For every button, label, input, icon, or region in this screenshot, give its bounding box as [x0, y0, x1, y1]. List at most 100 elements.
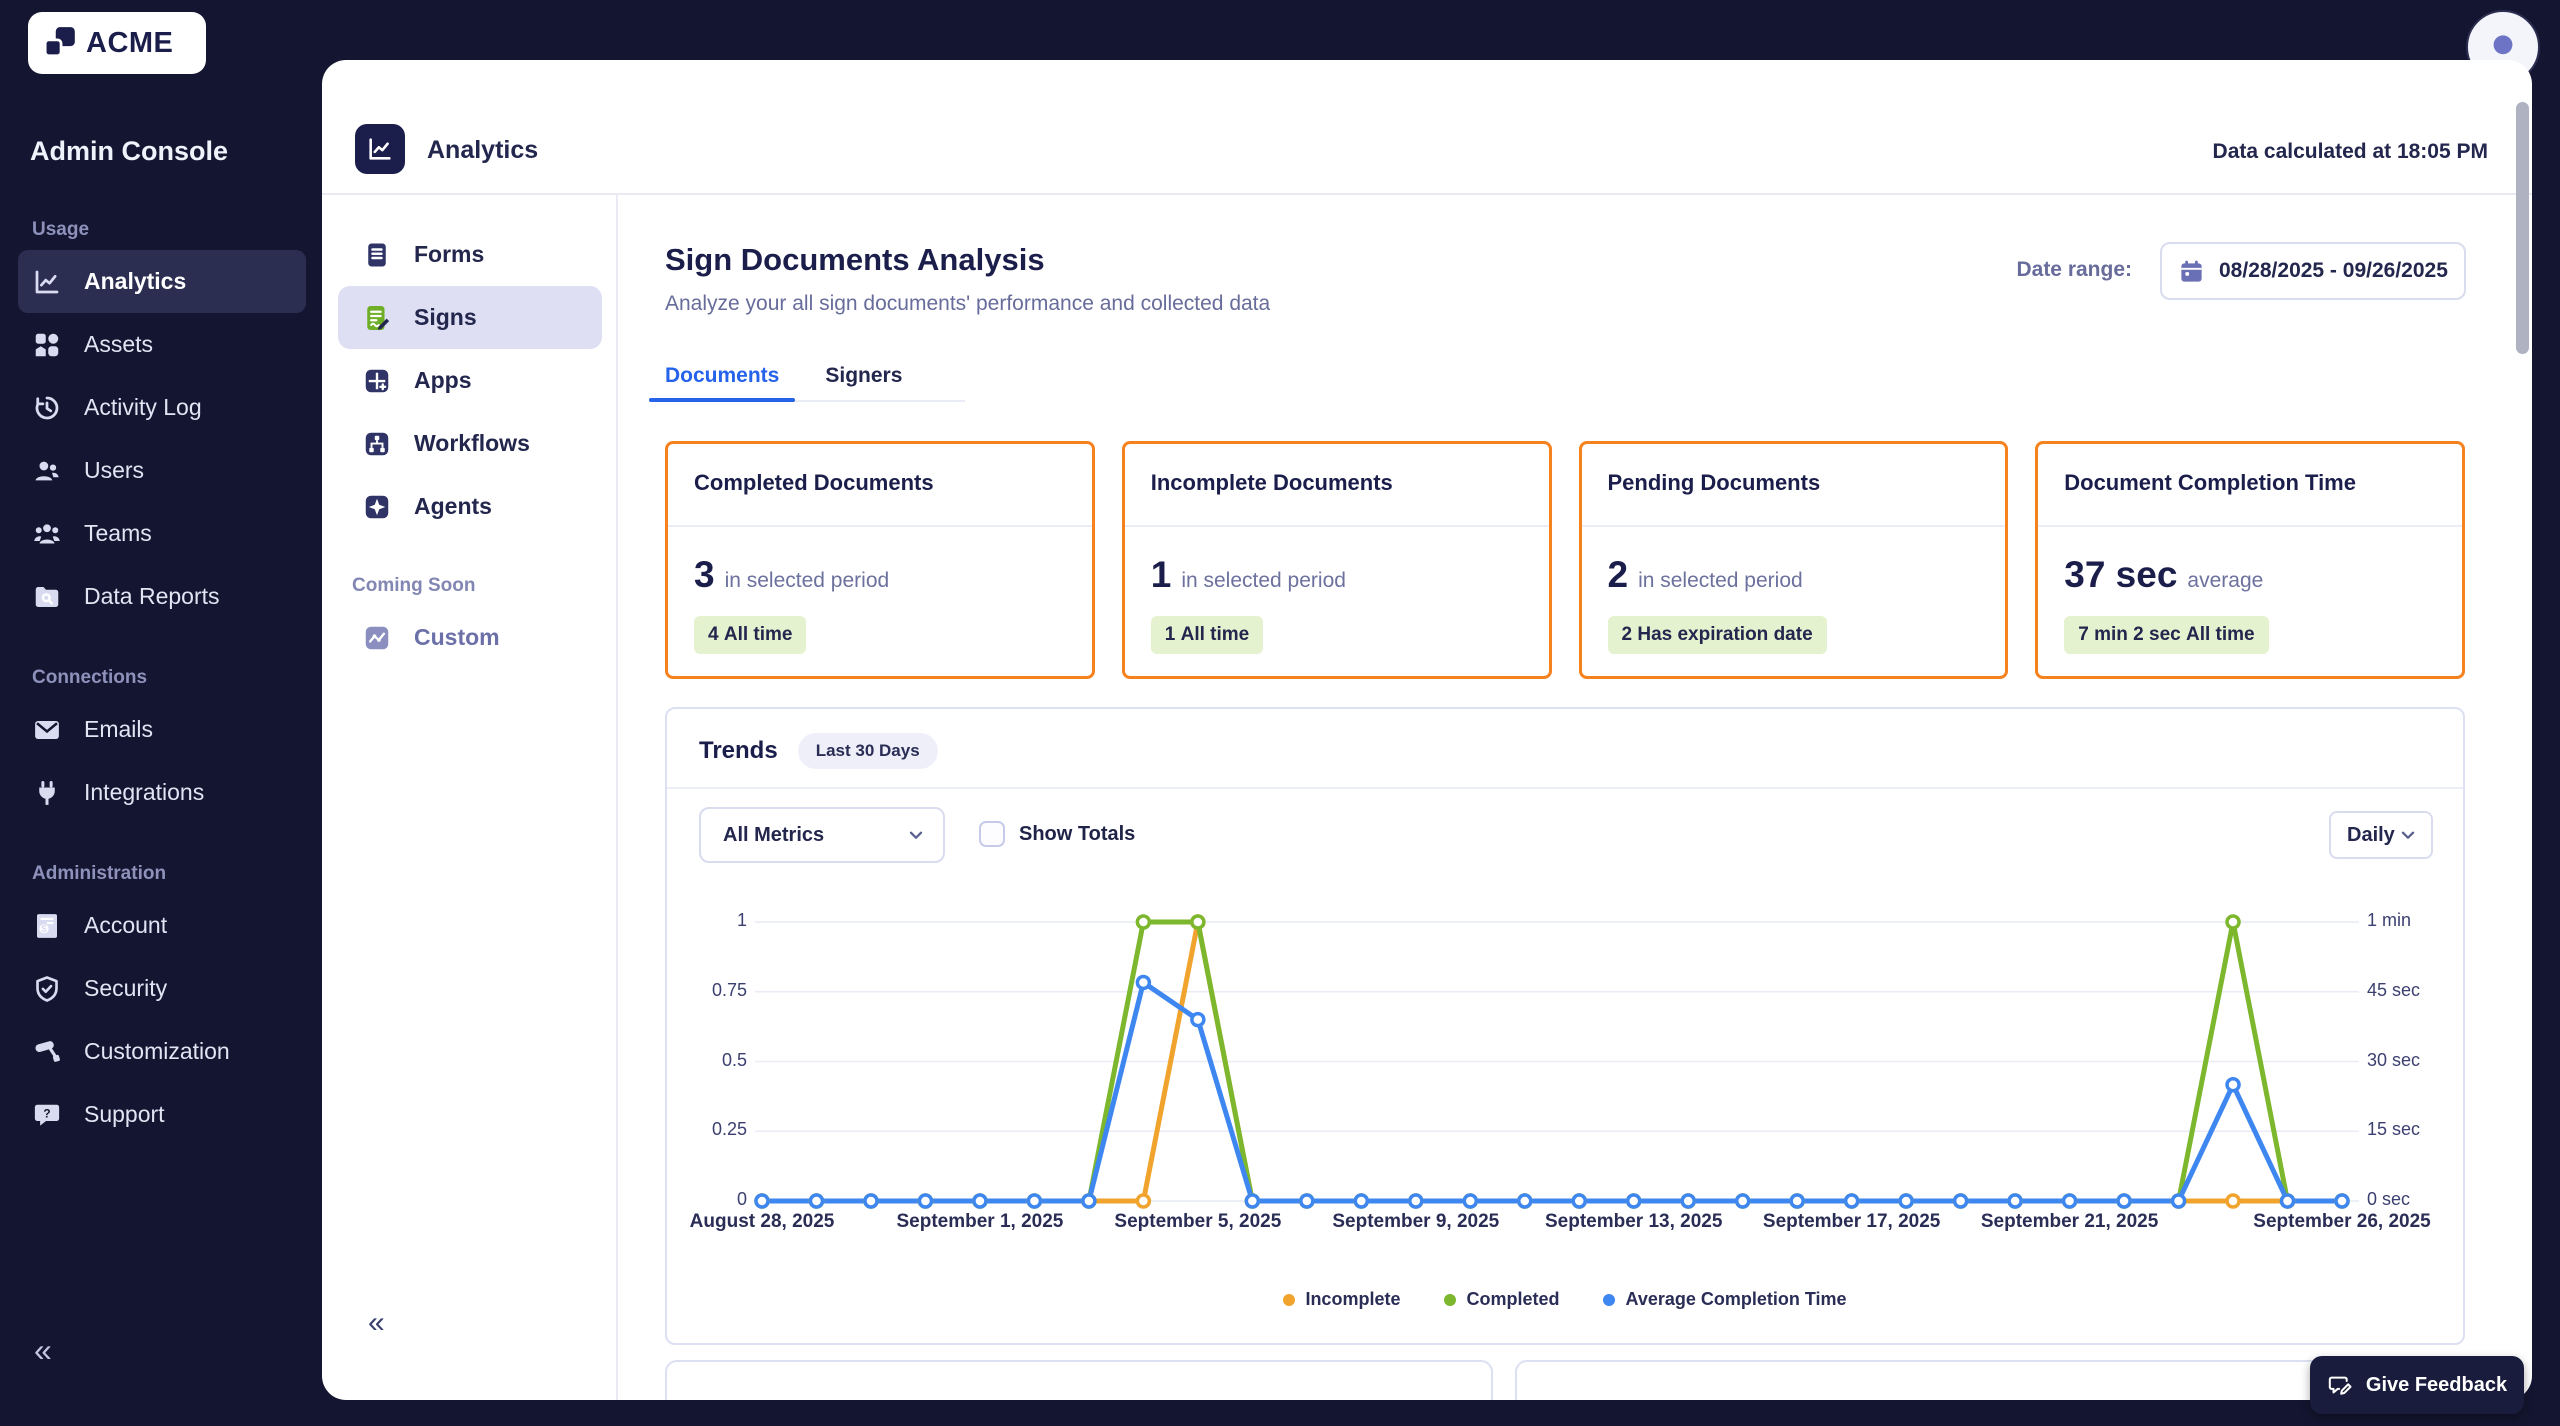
subnav-item-signs[interactable]: Signs	[338, 286, 602, 349]
analytics-header-badge	[355, 124, 405, 174]
subnav: Forms Signs Apps Workflows Agents Coming Soon…	[322, 195, 618, 1400]
stat-card-divider	[668, 525, 1092, 527]
shield-check-icon	[32, 974, 62, 1004]
sidebar-collapse-button[interactable]: «	[34, 1334, 52, 1366]
stat-card-title: Completed Documents	[694, 470, 934, 495]
y-axis-left-tick: 1	[736, 910, 747, 930]
stat-card-caption: in selected period	[1638, 569, 1803, 592]
tab-signers[interactable]: Signers	[825, 352, 902, 400]
stat-badge-value: 1	[1164, 624, 1176, 645]
stat-card-divider	[2038, 525, 2462, 527]
chart-line-icon	[366, 135, 394, 163]
y-axis-left-tick: 0.5	[721, 1049, 747, 1070]
stat-card-document-completion-time[interactable]: Document Completion Time 37 sec average 7 m…	[2035, 441, 2465, 679]
sidebar-item-analytics[interactable]: Analytics	[18, 250, 306, 313]
sidebar-item-account[interactable]: $ Account	[18, 894, 306, 957]
subnav-item-label: Custom	[414, 624, 500, 650]
give-feedback-button[interactable]: Give Feedback	[2310, 1356, 2524, 1414]
paint-roller-icon	[32, 1037, 62, 1067]
sidebar-item-data-reports[interactable]: Data Reports	[18, 565, 306, 628]
stat-card-caption: in selected period	[724, 569, 890, 592]
sidebar-item-label: Activity Log	[84, 394, 202, 420]
sidebar-item-integrations[interactable]: Integrations	[18, 761, 306, 824]
tabs-row: Documents Signers	[648, 352, 965, 402]
flowchart-icon	[362, 429, 392, 459]
y-axis-right-tick: 15 sec	[2367, 1119, 2421, 1140]
sidebar-item-label: Emails	[84, 716, 154, 742]
sidebar-item-teams[interactable]: Teams	[18, 502, 306, 565]
subnav-item-label: Forms	[414, 241, 485, 267]
acme-logo-text: ACME	[86, 26, 174, 59]
subnav-item-label: Agents	[414, 493, 492, 519]
stat-card-incomplete-documents[interactable]: Incomplete Documents 1 in selected period 1…	[1121, 441, 1552, 679]
sidebar-item-label: Assets	[84, 331, 154, 357]
sidebar-item-activity-log[interactable]: Activity Log	[18, 376, 306, 439]
stat-badge-label: All time	[1180, 624, 1250, 645]
subnav-list: Forms Signs Apps Workflows Agents Coming Soon…	[338, 223, 602, 669]
legend-dot	[1283, 1293, 1296, 1306]
sidebar-item-customization[interactable]: Customization	[18, 1020, 306, 1083]
sidebar-item-label: Support	[84, 1101, 165, 1127]
panel-title: Analytics	[427, 136, 539, 164]
legend-item-incomplete: Incomplete	[1283, 1289, 1400, 1310]
sidebar-item-support[interactable]: ? Support	[18, 1083, 306, 1146]
stat-card-divider	[1124, 525, 1549, 527]
sidebar-item-label: Teams	[84, 520, 152, 546]
user-icon	[32, 456, 62, 486]
stat-card-badge: 2 Has expiration date	[1607, 616, 1827, 654]
y-axis-left-tick: 0	[736, 1189, 747, 1209]
subnav-collapse-button[interactable]: «	[368, 1308, 385, 1338]
trends-line-chart	[667, 894, 2465, 1229]
doc-sign-icon	[362, 303, 392, 333]
chevron-down-icon	[905, 824, 927, 846]
sidebar-item-label: Users	[84, 457, 145, 483]
stat-card-value: 2	[1607, 554, 1629, 595]
stat-card-pending-documents[interactable]: Pending Documents 2 in selected period 2 Ha…	[1578, 441, 2009, 679]
subnav-item-forms[interactable]: Forms	[338, 223, 602, 286]
stat-card-badge: 1 All time	[1150, 616, 1264, 654]
date-range-value: 08/28/2025 - 09/26/2025	[2219, 259, 2448, 282]
show-totals-checkbox[interactable]	[979, 821, 1005, 847]
acme-logo[interactable]: ACME	[28, 12, 206, 74]
stat-card-caption: average	[2187, 569, 2264, 592]
date-range-picker[interactable]: 08/28/2025 - 09/26/2025	[2160, 242, 2466, 300]
interval-select-value: Daily	[2347, 823, 2395, 846]
stat-card-badge: 4 All time	[694, 616, 807, 654]
subnav-item-agents[interactable]: Agents	[338, 475, 602, 538]
metric-select[interactable]: All Metrics	[699, 807, 945, 863]
give-feedback-label: Give Feedback	[2365, 1373, 2508, 1396]
y-axis-right-tick: 45 sec	[2367, 979, 2421, 1000]
stat-card-value: 3	[694, 554, 715, 595]
x-axis-tick: August 28, 2025	[689, 1211, 835, 1232]
show-totals-toggle[interactable]: Show Totals	[979, 821, 1135, 847]
x-axis-tick: September 9, 2025	[1332, 1211, 1500, 1232]
subnav-item-apps[interactable]: Apps	[338, 349, 602, 412]
sidebar-item-emails[interactable]: Emails	[18, 698, 306, 761]
sidebar-item-label: Data Reports	[84, 583, 220, 609]
stat-badge-label: All time	[2185, 624, 2255, 645]
grid-plus-icon	[362, 366, 392, 396]
tab-documents[interactable]: Documents	[648, 352, 796, 402]
sidebar-item-users[interactable]: Users	[18, 439, 306, 502]
stat-card-value-row: 37 sec average	[2064, 554, 2263, 596]
x-axis-tick: September 17, 2025	[1762, 1211, 1941, 1232]
legend-label: Incomplete	[1305, 1289, 1401, 1309]
stat-badge-label: All time	[723, 624, 793, 645]
sidebar-section-label: Administration	[32, 863, 167, 884]
y-axis-right-tick: 0 sec	[2367, 1189, 2411, 1209]
subnav-item-workflows[interactable]: Workflows	[338, 412, 602, 475]
legend-label: Average Completion Time	[1625, 1289, 1847, 1309]
svg-text:$: $	[41, 924, 47, 935]
sidebar-item-security[interactable]: Security	[18, 957, 306, 1020]
sidebar-item-assets[interactable]: Assets	[18, 313, 306, 376]
next-section-card-left	[665, 1360, 1493, 1400]
panel-scrollbar-thumb[interactable]	[2516, 102, 2529, 354]
interval-select[interactable]: Daily	[2329, 811, 2433, 859]
subnav-item-custom[interactable]: Custom	[338, 606, 602, 669]
sidebar-item-label: Analytics	[84, 268, 187, 294]
stat-card-caption: in selected period	[1181, 569, 1346, 592]
subnav-item-label: Signs	[414, 304, 477, 330]
y-axis-left-tick: 0.75	[711, 979, 747, 1000]
trends-card: Trends Last 30 Days All Metrics Show Tot…	[665, 707, 2465, 1345]
stat-card-completed-documents[interactable]: Completed Documents 3 in selected period 4 …	[665, 441, 1095, 679]
